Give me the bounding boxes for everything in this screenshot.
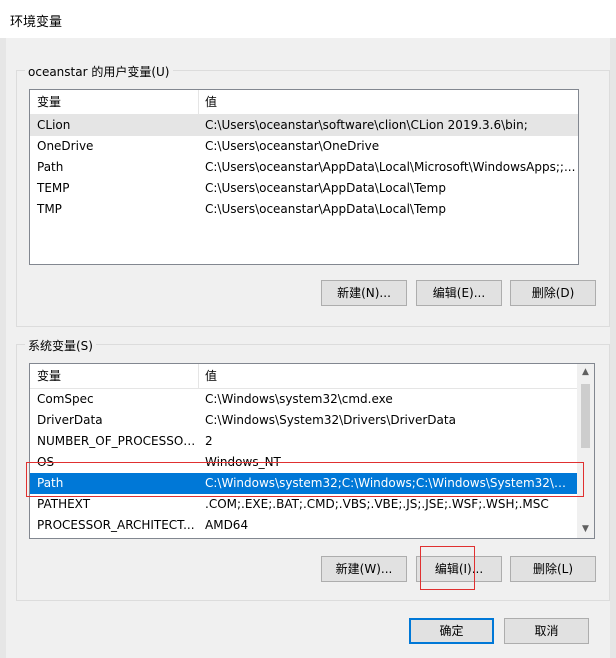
- list-item[interactable]: CLion C:\Users\oceanstar\software\clion\…: [30, 115, 578, 136]
- system-vars-scrollbar[interactable]: ▲ ▼: [577, 364, 594, 538]
- title-bar: 环境变量: [0, 0, 616, 38]
- user-delete-button[interactable]: 删除(D): [510, 280, 596, 306]
- list-item[interactable]: DriverData C:\Windows\System32\Drivers\D…: [30, 410, 577, 431]
- var-value: C:\Windows\system32\cmd.exe: [205, 392, 393, 406]
- var-value: AMD64: [205, 518, 249, 532]
- var-name: TMP: [37, 202, 62, 216]
- var-value: C:\Users\oceanstar\AppData\Local\Temp: [205, 202, 446, 216]
- column-header-name[interactable]: 变量: [30, 90, 198, 114]
- column-header-name[interactable]: 变量: [30, 364, 198, 388]
- list-item[interactable]: PATHEXT .COM;.EXE;.BAT;.CMD;.VBS;.VBE;.J…: [30, 494, 577, 515]
- column-header-value[interactable]: 值: [198, 364, 577, 388]
- var-name: TEMP: [37, 181, 70, 195]
- user-vars-group: oceanstar 的用户变量(U) 变量 值 CLion C:\Users\o…: [16, 63, 610, 327]
- ok-button[interactable]: 确定: [409, 618, 494, 644]
- user-new-button[interactable]: 新建(N)...: [321, 280, 407, 306]
- user-edit-button[interactable]: 编辑(E)...: [416, 280, 502, 306]
- list-item-selected[interactable]: Path C:\Windows\system32;C:\Windows;C:\W…: [30, 473, 577, 494]
- var-value: C:\Users\oceanstar\software\clion\CLion …: [205, 118, 528, 132]
- cancel-button[interactable]: 取消: [504, 618, 589, 644]
- list-item[interactable]: OS Windows_NT: [30, 452, 577, 473]
- list-item[interactable]: Path C:\Users\oceanstar\AppData\Local\Mi…: [30, 157, 578, 178]
- var-name: OS: [37, 455, 55, 469]
- system-delete-button[interactable]: 删除(L): [510, 556, 596, 582]
- var-value: C:\Users\oceanstar\AppData\Local\Microso…: [205, 160, 576, 174]
- window-title: 环境变量: [10, 15, 63, 30]
- var-name: OneDrive: [37, 139, 94, 153]
- var-value: Windows_NT: [205, 455, 281, 469]
- var-value: C:\Windows\System32\Drivers\DriverData: [205, 413, 456, 427]
- var-value: C:\Users\oceanstar\AppData\Local\Temp: [205, 181, 446, 195]
- list-item[interactable]: OneDrive C:\Users\oceanstar\OneDrive: [30, 136, 578, 157]
- list-item[interactable]: NUMBER_OF_PROCESSORS 2: [30, 431, 577, 452]
- var-name: Path: [37, 160, 64, 174]
- var-name: Path: [37, 476, 64, 490]
- user-vars-label: oceanstar 的用户变量(U): [25, 63, 173, 80]
- var-name: CLion: [37, 118, 71, 132]
- var-value: 2: [205, 434, 213, 448]
- var-name: PATHEXT: [37, 497, 91, 511]
- scroll-down-icon[interactable]: ▼: [577, 521, 594, 538]
- system-vars-group: 系统变量(S) 变量 值 ComSpec C:\Windows\system32…: [16, 337, 610, 601]
- list-item[interactable]: ComSpec C:\Windows\system32\cmd.exe: [30, 389, 577, 410]
- system-vars-label: 系统变量(S): [25, 337, 96, 354]
- background-strip-left: [0, 38, 6, 658]
- var-name: NUMBER_OF_PROCESSORS: [37, 434, 198, 448]
- system-new-button[interactable]: 新建(W)...: [321, 556, 407, 582]
- system-vars-header: 变量 值: [30, 364, 577, 389]
- list-item[interactable]: PROCESSOR_ARCHITECT... AMD64: [30, 515, 577, 536]
- var-value: C:\Users\oceanstar\OneDrive: [205, 139, 380, 153]
- scrollbar-thumb[interactable]: [581, 384, 590, 448]
- user-vars-list[interactable]: 变量 值 CLion C:\Users\oceanstar\software\c…: [29, 89, 579, 265]
- user-vars-header: 变量 值: [30, 90, 578, 115]
- list-item[interactable]: TMP C:\Users\oceanstar\AppData\Local\Tem…: [30, 199, 578, 220]
- var-value: .COM;.EXE;.BAT;.CMD;.VBS;.VBE;.JS;.JSE;.…: [205, 497, 549, 511]
- var-value: C:\Windows\system32;C:\Windows;C:\Window…: [205, 476, 577, 490]
- column-header-value[interactable]: 值: [198, 90, 578, 114]
- background-strip-right: [610, 38, 616, 658]
- system-edit-button[interactable]: 编辑(I)...: [416, 556, 502, 582]
- list-item[interactable]: TEMP C:\Users\oceanstar\AppData\Local\Te…: [30, 178, 578, 199]
- var-name: ComSpec: [37, 392, 94, 406]
- var-name: DriverData: [37, 413, 103, 427]
- scroll-up-icon[interactable]: ▲: [577, 364, 594, 381]
- system-vars-list[interactable]: 变量 值 ComSpec C:\Windows\system32\cmd.exe…: [29, 363, 595, 539]
- var-name: PROCESSOR_ARCHITECT...: [37, 518, 195, 532]
